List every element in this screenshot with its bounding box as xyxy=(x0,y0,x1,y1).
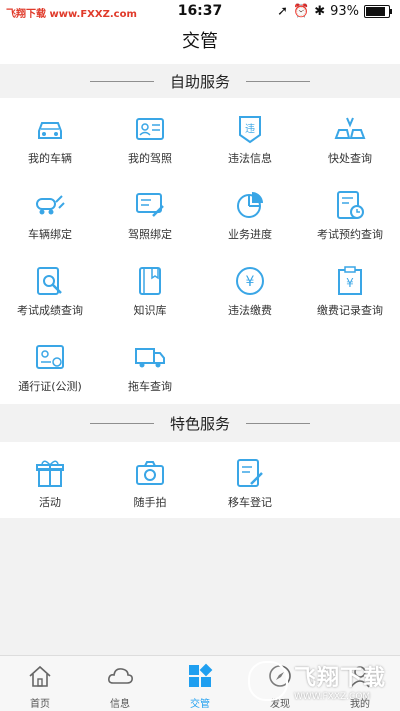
document-search-icon xyxy=(33,264,67,298)
service-item[interactable]: 随手拍 xyxy=(100,444,200,518)
service-item-label: 移车登记 xyxy=(228,496,272,509)
pass-card-icon xyxy=(33,340,67,374)
service-item[interactable]: ¥ 违法缴费 xyxy=(200,252,300,326)
battery-icon xyxy=(364,5,392,18)
svg-text:¥: ¥ xyxy=(246,274,255,290)
service-item-label: 违法缴费 xyxy=(228,304,272,317)
service-item[interactable]: 移车登记 xyxy=(200,444,300,518)
tab-grid[interactable]: 交管 xyxy=(160,656,240,711)
page-title: 交管 xyxy=(182,31,218,52)
service-item-label: 业务进度 xyxy=(228,228,272,241)
service-item[interactable]: 我的驾照 xyxy=(100,100,200,174)
service-item-label: 快处查询 xyxy=(328,152,372,165)
battery-percent: 93% xyxy=(330,4,359,19)
service-item[interactable]: 违违法信息 xyxy=(200,100,300,174)
service-item[interactable]: 通行证(公测) xyxy=(0,328,100,402)
divider xyxy=(89,80,154,82)
tab-cloud[interactable]: 信息 xyxy=(80,656,160,711)
service-item[interactable]: ¥ 缴费记录查询 xyxy=(300,252,400,326)
service-item-label: 缴费记录查询 xyxy=(317,304,383,317)
license-card-icon xyxy=(133,112,167,146)
cloud-icon xyxy=(106,662,134,690)
book-icon xyxy=(133,264,167,298)
service-item[interactable]: 业务进度 xyxy=(200,176,300,250)
section-title-text: 自助服务 xyxy=(169,72,230,91)
service-item-label: 违法信息 xyxy=(228,152,272,165)
alarm-icon: ⏰ xyxy=(293,4,310,19)
service-item[interactable]: 快处查询 xyxy=(300,100,400,174)
license-link-icon xyxy=(133,188,167,222)
bluetooth-icon: ✱ xyxy=(314,4,326,19)
service-item-label: 车辆绑定 xyxy=(28,228,72,241)
camera-icon xyxy=(133,456,167,490)
service-item-label: 考试预约查询 xyxy=(317,228,383,241)
service-item[interactable]: 拖车查询 xyxy=(100,328,200,402)
watermark-title: 飞翔下载 xyxy=(293,666,386,691)
status-bar: 飞翔下载 www.FXXZ.com 16:37 ➚ ⏰ ✱ 93% xyxy=(0,0,400,24)
location-icon: ➚ xyxy=(277,4,288,19)
yuan-coin-icon: ¥ xyxy=(233,264,267,298)
service-item-label: 随手拍 xyxy=(133,496,167,509)
gift-icon xyxy=(33,456,67,490)
home-icon xyxy=(26,662,54,690)
service-item-label: 知识库 xyxy=(133,304,167,317)
divider xyxy=(246,422,310,424)
service-item-label: 考试成绩查询 xyxy=(17,304,83,317)
car-link-icon xyxy=(33,188,67,222)
service-item[interactable]: 我的车辆 xyxy=(0,100,100,174)
service-item-label: 驾照绑定 xyxy=(128,228,172,241)
section-title-text: 特色服务 xyxy=(169,414,230,433)
tab-label: 信息 xyxy=(110,699,130,710)
service-item[interactable]: 活动 xyxy=(0,444,100,518)
section-title-special-service: 特色服务 xyxy=(0,406,400,440)
tow-truck-icon xyxy=(133,340,167,374)
service-item-label: 活动 xyxy=(39,496,61,509)
service-item[interactable]: 考试成绩查询 xyxy=(0,252,100,326)
grid-icon xyxy=(186,662,214,690)
tab-label: 首页 xyxy=(30,699,50,710)
pie-chart-icon xyxy=(233,188,267,222)
tab-label: 交管 xyxy=(190,699,210,710)
violation-badge-icon: 违 xyxy=(233,112,267,146)
watermark-logo: 飞翔下载 WWW.FXXZ.COM xyxy=(247,660,386,702)
service-item-label: 我的驾照 xyxy=(128,152,172,165)
service-item-label: 拖车查询 xyxy=(128,380,172,393)
service-item[interactable]: 考试预约查询 xyxy=(300,176,400,250)
svg-text:¥: ¥ xyxy=(346,276,354,290)
nav-bar: 交管 xyxy=(0,24,400,64)
service-item[interactable]: 车辆绑定 xyxy=(0,176,100,250)
self-service-grid: 我的车辆 我的驾照违违法信息 快处查询 车辆绑定 驾照绑定 业务进度 考试预约查询 考试成绩查… xyxy=(0,98,400,404)
divider xyxy=(246,80,310,82)
watermark-logo-icon xyxy=(247,661,288,701)
divider xyxy=(89,422,154,424)
section-title-self-service: 自助服务 xyxy=(0,64,400,98)
service-item-label: 通行证(公测) xyxy=(18,380,82,393)
svg-text:违: 违 xyxy=(245,123,255,135)
watermark-url: WWW.FXXZ.COM xyxy=(293,692,371,702)
exam-clock-icon xyxy=(333,188,367,222)
form-edit-icon xyxy=(233,456,267,490)
service-item[interactable]: 驾照绑定 xyxy=(100,176,200,250)
service-item[interactable]: 知识库 xyxy=(100,252,200,326)
status-right: ➚ ⏰ ✱ 93% xyxy=(277,4,392,19)
car-icon xyxy=(33,112,67,146)
service-item-label: 我的车辆 xyxy=(28,152,72,165)
accident-cars-icon xyxy=(333,112,367,146)
special-service-grid: 活动 随手拍 移车登记 xyxy=(0,442,400,518)
payment-record-icon: ¥ xyxy=(333,264,367,298)
tab-home[interactable]: 首页 xyxy=(0,656,80,711)
